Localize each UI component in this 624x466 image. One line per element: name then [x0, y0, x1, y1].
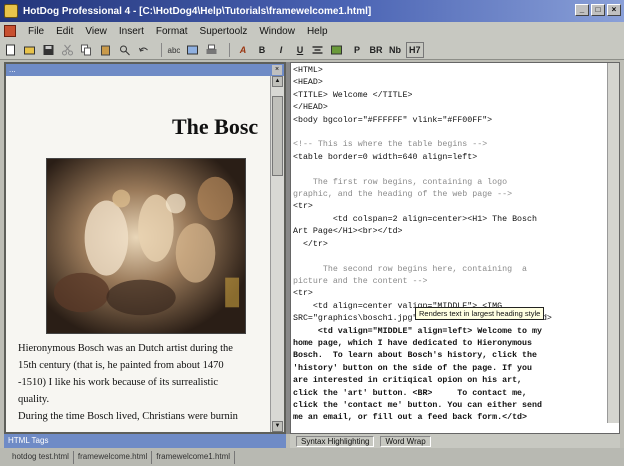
paragraph-button[interactable]: P [349, 42, 365, 58]
scroll-up-icon[interactable]: ▲ [272, 76, 283, 87]
maximize-button[interactable]: □ [591, 4, 605, 16]
code-line: The second row begins here, containing a [293, 264, 528, 274]
code-line: <td valign="MIDDLE" align=left> Welcome … [293, 326, 542, 336]
preview-pane: ... × The Bosc Hieronymous Bosch was an … [4, 62, 286, 434]
code-line: <HTML> [293, 66, 323, 75]
menu-bar: File Edit View Insert Format Supertoolz Window… [0, 22, 624, 40]
preview-pane-close-icon[interactable]: × [272, 65, 282, 75]
code-line: click the 'art' button. <BR> To contact … [293, 388, 528, 398]
window-title: HotDog Professional 4 - [C:\HotDog4\Help… [23, 5, 372, 17]
code-line: </HEAD> [293, 103, 328, 113]
html-tags-bar[interactable]: HTML Tags [4, 434, 286, 448]
editor-scrollbar[interactable] [607, 63, 619, 423]
heading-button[interactable]: H7 [406, 41, 424, 58]
undo-icon[interactable] [137, 44, 150, 56]
menu-view[interactable]: View [85, 26, 107, 37]
print-icon[interactable] [205, 44, 218, 56]
save-icon[interactable] [42, 44, 55, 56]
preview-icon[interactable] [186, 44, 199, 56]
find-replace-icon[interactable] [118, 44, 131, 56]
toolbar-separator [229, 42, 230, 57]
bold-button[interactable]: B [254, 42, 270, 58]
new-file-icon[interactable] [4, 44, 17, 56]
code-line: click the 'contact me' button. You can e… [293, 400, 542, 410]
toolbar: abc A B I U P BR Nb H7 [0, 40, 624, 60]
menu-insert[interactable]: Insert [119, 26, 144, 37]
code-line: <td colspan=2 align=center><H1> The Bosc… [293, 214, 537, 224]
code-line: picture and the content --> [293, 276, 428, 286]
preview-paragraph-line: Hieronymous Bosch was an Dutch artist du… [18, 343, 233, 354]
spell-check-icon[interactable]: abc [167, 44, 181, 56]
preview-paragraph-line: -1510) I like his work because of its su… [18, 377, 219, 388]
window-controls: _ □ × [575, 4, 621, 16]
code-line: <body bgcolor="#FFFFFF" vlink="#FF00FF"> [293, 115, 493, 125]
title-bar: HotDog Professional 4 - [C:\HotDog4\Help… [0, 0, 624, 22]
svg-text:abc: abc [168, 46, 181, 55]
code-line: </tr> [293, 239, 328, 249]
code-line: <!-- This is where the table begins --> [293, 140, 488, 150]
word-wrap-toggle[interactable]: Word Wrap [380, 435, 431, 447]
preview-paragraph-line: quality. [18, 394, 50, 405]
menu-window[interactable]: Window [259, 26, 295, 37]
code-line: <tr> [293, 202, 313, 212]
code-line: <tr> [293, 289, 313, 299]
code-line: are interested in critiqical opion on hi… [293, 376, 523, 386]
preview-pane-caption: ... [6, 64, 284, 76]
scroll-down-icon[interactable]: ▼ [272, 421, 283, 432]
code-line: Art Page</H1><br></td> [293, 227, 403, 237]
bosch-painting-image [46, 158, 246, 334]
heading-tooltip: Renders text in largest heading style [415, 307, 545, 320]
preview-scrollbar[interactable]: ▲ ▼ [270, 76, 284, 432]
code-line: me an email, or fill out a feed back for… [293, 413, 528, 423]
menu-help[interactable]: Help [307, 26, 328, 37]
copy-icon[interactable] [80, 44, 93, 56]
preview-paragraph-line: 15th century (that is, he painted from a… [18, 360, 224, 371]
doc-tab[interactable]: hotdog test.html [8, 450, 74, 464]
editor-status-bar: Syntax Highlighting Word Wrap [290, 434, 620, 448]
open-folder-icon[interactable] [23, 44, 36, 56]
italic-button[interactable]: I [273, 42, 289, 58]
line-break-button[interactable]: BR [368, 42, 384, 58]
syntax-highlighting-toggle[interactable]: Syntax Highlighting [296, 435, 375, 447]
doc-tab[interactable]: framewelcome.html [74, 450, 153, 464]
menu-supertoolz[interactable]: Supertoolz [200, 26, 248, 37]
doc-tab[interactable]: framewelcome1.html [152, 450, 236, 464]
close-button[interactable]: × [607, 4, 621, 16]
cut-icon[interactable] [61, 44, 74, 56]
hotdog-app-icon[interactable] [4, 4, 18, 18]
code-line: <HEAD> [293, 78, 323, 88]
font-button[interactable]: A [235, 42, 251, 58]
document-tabs: hotdog test.html framewelcome.html framewe… [0, 448, 624, 466]
underline-button[interactable]: U [292, 42, 308, 58]
nonbreaking-space-button[interactable]: Nb [387, 42, 403, 58]
code-text[interactable]: <HTML> <HEAD> <TITLE> Welcome </TITLE> </HE… [293, 65, 552, 425]
menu-edit[interactable]: Edit [56, 26, 73, 37]
code-line: The first row begins, containing a logo [293, 177, 508, 187]
menu-format[interactable]: Format [156, 26, 188, 37]
preview-page: The Bosc Hieronymous Bosch was an Dutch … [6, 76, 272, 432]
scrollbar-thumb[interactable] [272, 96, 283, 176]
image-insert-icon[interactable] [330, 44, 343, 56]
code-line: <table border=0 width=640 align=left> [293, 152, 478, 162]
code-line: <TITLE> Welcome </TITLE> [293, 90, 413, 100]
minimize-button[interactable]: _ [575, 4, 589, 16]
code-line: 'history' button on the side of the page… [293, 363, 532, 373]
document-menu-icon[interactable] [4, 25, 16, 37]
code-editor[interactable]: <HTML> <HEAD> <TITLE> Welcome </TITLE> </HE… [290, 62, 620, 434]
menu-file[interactable]: File [28, 26, 44, 37]
code-line: home page, which I have dedicated to Hie… [293, 338, 532, 348]
code-line: Bosch. To learn about Bosch's history, c… [293, 351, 537, 361]
center-align-icon[interactable] [311, 44, 324, 56]
toolbar-separator [161, 42, 162, 57]
preview-paragraph-line: During the time Bosch lived, Christians … [18, 411, 238, 422]
code-line: graphic, and the heading of the web page… [293, 190, 513, 200]
preview-heading: The Bosc [172, 114, 259, 139]
paste-icon[interactable] [99, 44, 112, 56]
